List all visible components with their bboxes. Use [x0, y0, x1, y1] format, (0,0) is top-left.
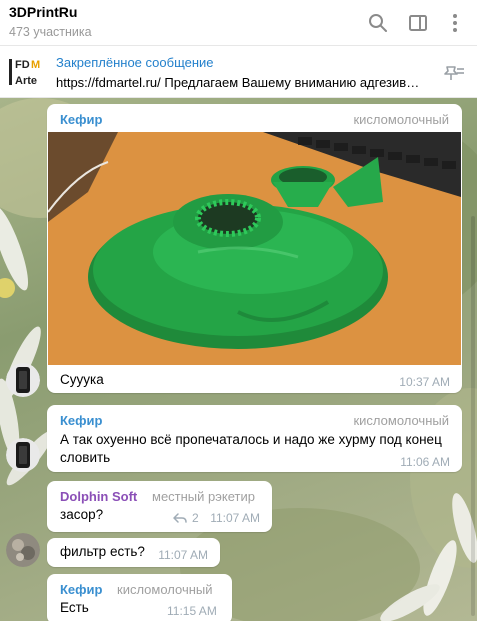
chat-title[interactable]: 3DPrintRu	[9, 4, 77, 20]
message-author[interactable]: Кефир	[60, 413, 102, 428]
message-bubble[interactable]: Кефир кисломолочный Сууука 10:37 AM	[47, 104, 462, 393]
message-bubble[interactable]: Кефир кисломолочный Есть 11:15 AM	[47, 574, 232, 621]
message-bubble[interactable]: Dolphin Soft местный рэкетир засор? 2 11…	[47, 481, 272, 532]
author-role: кисломолочный	[353, 413, 449, 428]
search-icon[interactable]	[367, 12, 389, 34]
message-time: 11:07 AM	[158, 548, 208, 562]
avatar[interactable]	[6, 363, 40, 397]
message-text: фильтр есть?	[60, 544, 145, 559]
author-role: кисломолочный	[353, 112, 449, 127]
message-text: засор?	[60, 507, 104, 522]
message-bubble[interactable]: фильтр есть? 11:07 AM	[47, 538, 220, 567]
message-bubble[interactable]: Кефир кисломолочный А так охуенно всё пр…	[47, 405, 462, 472]
pinned-thumbnail: FD M Arte	[9, 55, 47, 89]
message-photo[interactable]	[48, 132, 461, 365]
author-role: местный рэкетир	[152, 489, 255, 504]
message-author[interactable]: Dolphin Soft	[60, 489, 137, 504]
message-text: Сууука	[60, 372, 104, 387]
avatar[interactable]	[6, 438, 40, 472]
svg-text:FD: FD	[15, 59, 30, 71]
svg-text:Arte: Arte	[15, 75, 37, 87]
more-vertical-icon[interactable]	[444, 12, 466, 34]
pinned-message-bar[interactable]: FD M Arte Закреплённое сообщение https:/…	[0, 46, 477, 98]
member-count: 473 участника	[9, 25, 92, 39]
message-time: 11:07 AM	[210, 511, 260, 525]
message-time: 11:06 AM	[400, 455, 450, 469]
avatar[interactable]	[6, 533, 40, 567]
reply-count[interactable]: 2	[192, 511, 199, 525]
pinned-title: Закреплённое сообщение	[56, 55, 214, 70]
message-list[interactable]: Кефир кисломолочный Сууука 10:37 AM Кефи…	[0, 98, 477, 621]
message-text: Есть	[60, 600, 89, 615]
pinned-text: https://fdmartel.ru/ Предлагаем Вашему в…	[56, 75, 421, 90]
message-text-line: словить	[60, 450, 111, 465]
message-time: 10:37 AM	[399, 375, 450, 389]
scrollbar[interactable]	[471, 216, 475, 616]
chat-header: 3DPrintRu 473 участника	[0, 0, 477, 46]
reply-icon[interactable]	[172, 512, 188, 524]
author-role: кисломолочный	[117, 582, 213, 597]
message-text-line: А так охуенно всё пропечаталось и надо ж…	[60, 432, 442, 447]
message-author[interactable]: Кефир	[60, 112, 102, 127]
message-author[interactable]: Кефир	[60, 582, 102, 597]
sidebar-toggle-icon[interactable]	[407, 12, 429, 34]
unpin-icon[interactable]	[440, 61, 466, 83]
message-time: 11:15 AM	[167, 604, 217, 618]
svg-text:M: M	[31, 59, 40, 71]
